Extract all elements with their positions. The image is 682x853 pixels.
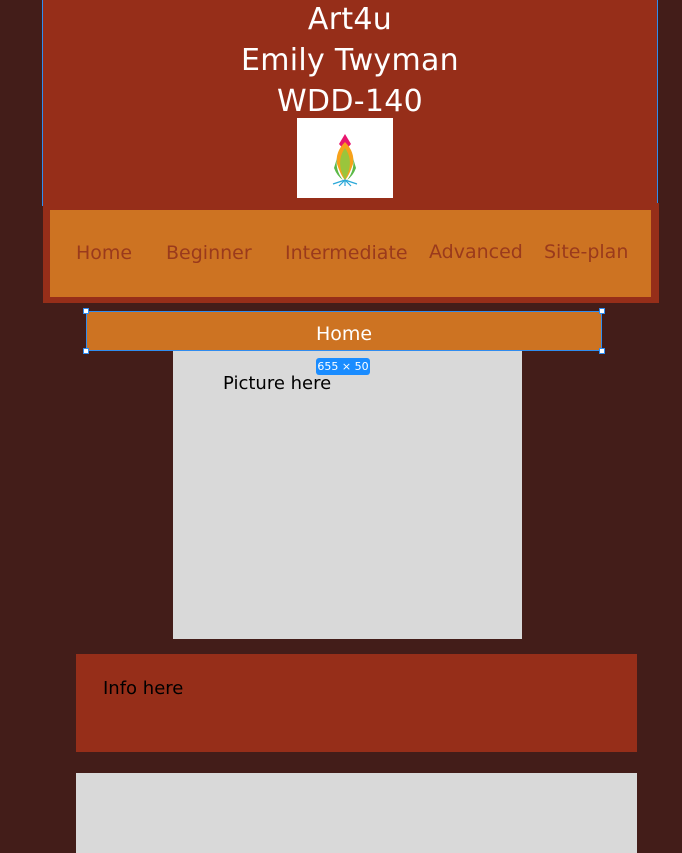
home-frame-selected[interactable]: Home — [83, 308, 605, 354]
nav-bar: Home Beginner Intermediate Advanced Site… — [50, 210, 651, 297]
lotus-flower-icon — [332, 134, 358, 187]
info-label: Info here — [103, 678, 184, 699]
nav-item-advanced[interactable]: Advanced — [429, 240, 523, 264]
resize-handle-bottom-left[interactable] — [83, 348, 89, 354]
size-badge: 655 × 50 — [316, 358, 370, 375]
nav-item-home[interactable]: Home — [76, 241, 132, 265]
course-code: WDD-140 — [276, 84, 424, 119]
info-section: Info here — [76, 654, 637, 752]
resize-handle-top-right[interactable] — [599, 308, 605, 314]
nav-item-site-plan[interactable]: Site-plan — [544, 240, 628, 264]
nav-item-beginner[interactable]: Beginner — [166, 241, 252, 265]
logo — [297, 118, 393, 198]
author-name: Emily Twyman — [240, 43, 459, 78]
picture-label: Picture here — [223, 373, 332, 394]
resize-handle-bottom-right[interactable] — [599, 348, 605, 354]
site-title: Art4u — [307, 2, 393, 37]
resize-handle-top-left[interactable] — [83, 308, 89, 314]
footer-placeholder — [76, 773, 637, 853]
nav-item-intermediate[interactable]: Intermediate — [285, 241, 408, 265]
picture-placeholder: Picture here — [173, 351, 522, 639]
home-frame-label: Home — [315, 323, 373, 345]
